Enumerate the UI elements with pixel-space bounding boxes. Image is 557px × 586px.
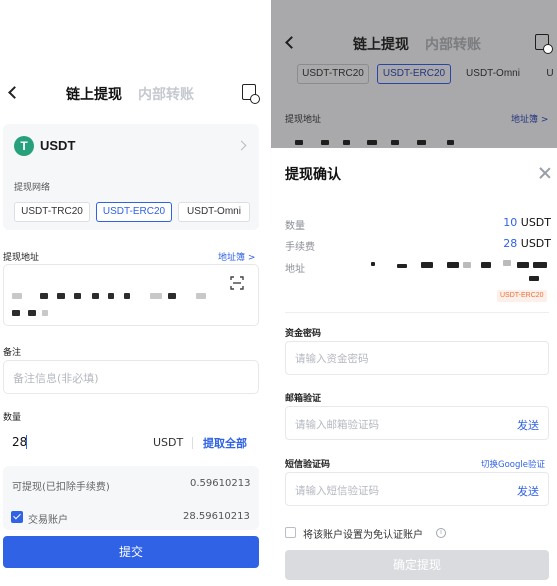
amount-label: 数量 [3,413,22,423]
whitelist-checkbox[interactable] [285,527,296,538]
tab-onchain-withdraw: 链上提现 [353,37,409,53]
tab-internal-transfer: 内部转账 [425,37,481,53]
back-icon[interactable] [8,86,21,99]
masked-address-char [108,293,114,299]
sms-send-button[interactable]: 发送 [517,483,539,499]
sheet-title: 提现确认 [285,167,341,183]
masked-address-char [503,260,511,266]
network-option-erc20: USDT-ERC20 [377,64,451,84]
address-book-link: 地址簿 > [511,115,549,125]
network-label: 提现网络 [14,183,51,193]
close-icon[interactable] [539,167,551,179]
sms-code-label: 短信验证码 [285,460,331,470]
masked-address-char [421,262,433,268]
network-option-omni[interactable]: USDT-Omni [178,202,250,222]
masked-address-char [529,276,539,281]
available-value: 0.59610213 [190,478,251,489]
record-icon [535,34,553,54]
available-label: 可提现(已扣除手续费) [12,482,110,493]
tab-internal-transfer[interactable]: 内部转账 [138,84,194,104]
submit-button[interactable]: 提交 [3,536,259,568]
switch-google-auth-link[interactable]: 切换Google验证 [481,458,545,470]
amount-number: 10 [503,216,518,229]
email-send-button[interactable]: 发送 [517,417,539,433]
masked-address-char [463,262,471,268]
network-option-partial: U [535,64,557,84]
amount-separator [192,437,193,449]
withdraw-confirm-screen: 链上提现 内部转账 USDT-TRC20 USDT-ERC20 USDT-Omn… [271,0,557,586]
trading-account-value: 28.59610213 [183,511,250,522]
masked-address-char [371,262,375,266]
record-icon[interactable] [242,84,260,104]
network-option-omni: USDT-Omni [458,64,528,84]
info-icon[interactable]: i [436,528,446,538]
fund-password-placeholder: 请输入资金密码 [295,353,369,365]
network-option-erc20[interactable]: USDT-ERC20 [96,202,172,222]
masked-address-char [12,310,20,316]
masked-address-char [367,140,377,145]
masked-address-char [42,310,48,316]
coin-name[interactable]: USDT [40,138,75,153]
masked-address-char [196,293,206,299]
masked-address-char [343,140,350,145]
masked-address-char [481,262,491,268]
whitelist-label: 将该账户设置为免认证账户 [303,530,423,541]
withdraw-all-button[interactable]: 提取全部 [203,435,247,451]
address-book-link[interactable]: 地址簿 > [218,250,255,263]
address-key: 地址 [285,264,305,275]
fund-password-label: 资金密码 [285,329,322,339]
masked-address-char [447,140,454,145]
fee-value: 28 USDT [493,237,551,250]
masked-address-char [447,262,459,268]
network-option-trc20[interactable]: USDT-TRC20 [14,202,90,222]
masked-address-char [295,140,303,145]
trading-account-checkbox[interactable] [11,511,23,523]
fee-number: 28 [503,237,518,250]
masked-address-char [397,264,407,268]
text-caret [26,435,27,449]
masked-address-char [150,293,162,299]
amount-key: 数量 [285,221,305,232]
tab-onchain-withdraw[interactable]: 链上提现 [66,84,122,104]
fee-unit: USDT [520,237,551,250]
masked-address-char [391,140,399,145]
memo-placeholder: 备注信息(非必填) [13,372,99,385]
tether-icon: T [14,136,34,156]
masked-address-char [12,293,22,299]
amount-unit: USDT [153,436,184,449]
masked-address-char [168,293,176,299]
amount-unit: USDT [520,216,551,229]
network-tag: USDT-ERC20 [497,290,547,302]
withdraw-form-screen: 链上提现 内部转账 T USDT 提现网络 USDT-TRC20 USDT-ER… [0,0,268,586]
masked-address-char [28,310,36,316]
masked-address-char [57,293,65,299]
amount-value: 10 USDT [493,216,551,229]
masked-address-char [533,262,547,268]
network-option-trc20: USDT-TRC20 [297,64,369,84]
amount-value[interactable]: 28 [12,435,27,449]
divider [285,312,549,313]
address-label: 提现地址 [285,115,322,125]
trading-account-label: 交易账户 [28,515,68,526]
masked-address-char [321,140,329,145]
memo-label: 备注 [3,348,22,358]
masked-address-char [40,293,48,299]
sms-code-placeholder: 请输入短信验证码 [295,485,379,497]
confirm-withdraw-button[interactable]: 确定提现 [285,550,549,580]
masked-address-char [92,293,99,299]
masked-address-char [124,293,130,299]
fee-key: 手续费 [285,242,315,253]
masked-address-char [74,293,81,299]
address-label: 提现地址 [3,253,40,263]
masked-address-char [517,262,529,268]
email-code-placeholder: 请输入邮箱验证码 [295,419,379,431]
scan-icon[interactable] [230,275,244,290]
email-verify-label: 邮箱验证 [285,394,322,404]
masked-address-char [417,140,426,145]
